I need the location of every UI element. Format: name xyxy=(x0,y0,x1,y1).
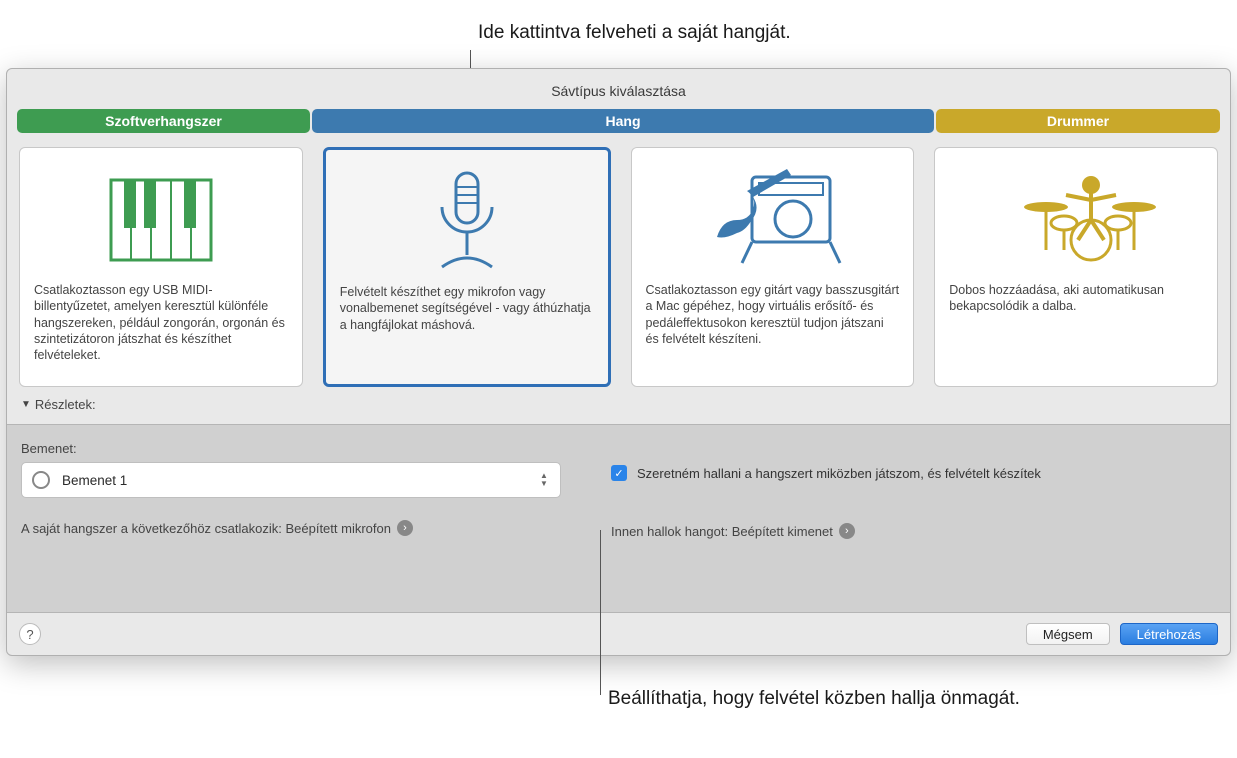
monitoring-label: Szeretném hallani a hangszert miközben j… xyxy=(637,466,1041,481)
segment-audio[interactable]: Hang xyxy=(312,109,934,133)
help-button[interactable]: ? xyxy=(19,623,41,645)
details-panel: Bemenet: Bemenet 1 ▲▼ A saját hangszer a… xyxy=(7,424,1230,613)
output-device-link[interactable]: › xyxy=(839,523,855,539)
cancel-button[interactable]: Mégsem xyxy=(1026,623,1110,645)
segment-software[interactable]: Szoftverhangszer xyxy=(17,109,310,133)
card-drummer[interactable]: Dobos hozzáadása, aki automatikusan beka… xyxy=(934,147,1218,387)
card-guitar[interactable]: Csatlakoztasson egy gitárt vagy basszusg… xyxy=(631,147,915,387)
card-software-instrument[interactable]: Csatlakoztasson egy USB MIDI-billentyűze… xyxy=(19,147,303,387)
card-description: Felvételt készíthet egy mikrofon vagy vo… xyxy=(340,284,594,333)
segment-control: Szoftverhangszer Hang Drummer xyxy=(7,109,1230,133)
disclosure-triangle-icon: ▼ xyxy=(21,399,31,410)
callout-line-bottom xyxy=(600,530,601,695)
card-microphone[interactable]: Felvételt készíthet egy mikrofon vagy vo… xyxy=(323,147,611,387)
monitoring-checkbox[interactable]: ✓ xyxy=(611,465,627,481)
input-channel-icon xyxy=(32,471,50,489)
details-label: Részletek: xyxy=(35,397,96,412)
dialog-title: Sávtípus kiválasztása xyxy=(7,69,1230,109)
guitar-amp-icon xyxy=(646,158,900,282)
callout-bottom: Beállíthatja, hogy felvétel közben hallj… xyxy=(608,686,1020,713)
callout-top: Ide kattintva felveheti a saját hangját. xyxy=(478,22,791,44)
chevron-updown-icon: ▲▼ xyxy=(536,469,552,491)
input-select-value: Bemenet 1 xyxy=(62,473,127,488)
card-description: Dobos hozzáadása, aki automatikusan beka… xyxy=(949,282,1203,315)
input-device-info: A saját hangszer a következőhöz csatlako… xyxy=(21,520,571,536)
microphone-icon xyxy=(340,160,594,284)
input-device-text: A saját hangszer a következőhöz csatlako… xyxy=(21,521,391,536)
card-description: Csatlakoztasson egy gitárt vagy basszusg… xyxy=(646,282,900,347)
drummer-icon xyxy=(949,158,1203,282)
piano-icon xyxy=(34,158,288,282)
card-row: Csatlakoztasson egy USB MIDI-billentyűze… xyxy=(7,133,1230,391)
input-select[interactable]: Bemenet 1 ▲▼ xyxy=(21,462,561,498)
create-button[interactable]: Létrehozás xyxy=(1120,623,1218,645)
output-device-info: Innen hallok hangot: Beépített kimenet › xyxy=(611,523,1216,539)
dialog-footer: ? Mégsem Létrehozás xyxy=(7,613,1230,655)
segment-drummer[interactable]: Drummer xyxy=(936,109,1220,133)
input-device-link[interactable]: › xyxy=(397,520,413,536)
details-toggle[interactable]: ▼ Részletek: xyxy=(7,391,1230,418)
track-type-dialog: Sávtípus kiválasztása Szoftverhangszer H… xyxy=(6,68,1231,656)
input-label: Bemenet: xyxy=(21,441,571,456)
output-device-text: Innen hallok hangot: Beépített kimenet xyxy=(611,524,833,539)
card-description: Csatlakoztasson egy USB MIDI-billentyűze… xyxy=(34,282,288,363)
